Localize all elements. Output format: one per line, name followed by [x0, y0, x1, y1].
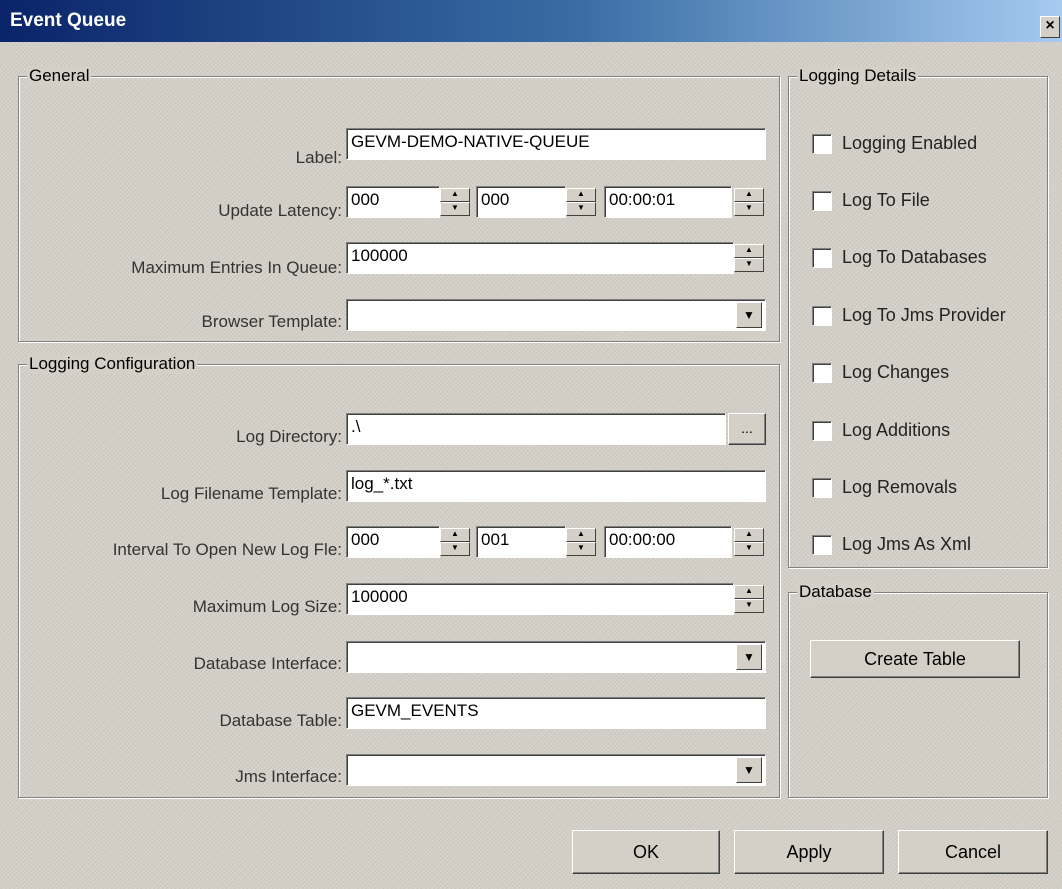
label-input[interactable]: GEVM-DEMO-NATIVE-QUEUE [346, 128, 766, 160]
spin-up-icon[interactable]: ▲ [566, 188, 596, 202]
general-group-title: General [27, 66, 92, 86]
interval-label: Interval To Open New Log Fle: [112, 540, 342, 559]
checkbox-label: Log Changes [842, 362, 950, 382]
apply-button[interactable]: Apply [734, 830, 884, 874]
update-latency-hours-spinner[interactable]: ▲ ▼ [566, 188, 596, 216]
database-table-input[interactable]: GEVM_EVENTS [346, 697, 766, 729]
interval-hours-spinner[interactable]: ▲ ▼ [566, 528, 596, 556]
jms-interface-select[interactable] [346, 754, 766, 786]
log-directory-label: Log Directory: [236, 427, 342, 446]
spin-down-icon[interactable]: ▼ [734, 202, 764, 216]
max-entries-spinner[interactable]: ▲ ▼ [734, 244, 764, 272]
log-filename-template-input[interactable]: log_*.txt [346, 470, 766, 502]
checkbox-log-to-file[interactable]: Log To File [812, 190, 930, 211]
database-group-title: Database [797, 582, 874, 602]
checkbox-label: Logging Enabled [842, 133, 978, 153]
database-group: Database [788, 582, 1048, 798]
browse-directory-button[interactable]: ... [728, 413, 766, 445]
close-icon: × [1045, 17, 1055, 34]
spin-up-icon[interactable]: ▲ [734, 188, 764, 202]
spin-down-icon[interactable]: ▼ [440, 542, 470, 556]
interval-days-spinner[interactable]: ▲ ▼ [440, 528, 470, 556]
database-interface-dropdown-icon[interactable]: ▼ [736, 644, 762, 670]
checkbox-log-jms-as-xml[interactable]: Log Jms As Xml [812, 534, 971, 555]
database-interface-select[interactable] [346, 641, 766, 673]
checkbox-label: Log To Databases [842, 247, 987, 267]
logging-configuration-group-title: Logging Configuration [27, 354, 198, 374]
log-to-jms-provider-checkbox[interactable] [812, 305, 832, 326]
spin-up-icon[interactable]: ▲ [440, 528, 470, 542]
interval-time-spinner[interactable]: ▲ ▼ [734, 528, 764, 556]
logging-enabled-checkbox[interactable] [812, 133, 832, 154]
interval-hours-input[interactable]: 001 [476, 526, 566, 558]
ok-button[interactable]: OK [572, 830, 720, 874]
spin-up-icon[interactable]: ▲ [566, 528, 596, 542]
update-latency-days-spinner[interactable]: ▲ ▼ [440, 188, 470, 216]
logging-details-group-title: Logging Details [797, 66, 919, 86]
spin-down-icon[interactable]: ▼ [440, 202, 470, 216]
checkbox-log-to-jms-provider[interactable]: Log To Jms Provider [812, 305, 1006, 326]
update-latency-time-spinner[interactable]: ▲ ▼ [734, 188, 764, 216]
checkbox-log-removals[interactable]: Log Removals [812, 477, 957, 498]
spin-down-icon[interactable]: ▼ [734, 599, 764, 613]
jms-interface-label: Jms Interface: [235, 767, 342, 786]
spin-down-icon[interactable]: ▼ [734, 542, 764, 556]
update-latency-time-input[interactable]: 00:00:01 [604, 186, 732, 218]
database-interface-label: Database Interface: [193, 654, 342, 673]
checkbox-log-additions[interactable]: Log Additions [812, 420, 950, 441]
max-log-size-input[interactable]: 100000 [346, 583, 734, 615]
max-entries-input[interactable]: 100000 [346, 242, 734, 274]
checkbox-log-to-databases[interactable]: Log To Databases [812, 247, 987, 268]
log-additions-checkbox[interactable] [812, 420, 832, 441]
window-title: Event Queue [10, 10, 127, 31]
log-changes-checkbox[interactable] [812, 362, 832, 383]
log-to-databases-checkbox[interactable] [812, 247, 832, 268]
event-queue-dialog: Event Queue × General Label: GEVM-DEMO-N… [0, 0, 1062, 889]
jms-interface-dropdown-icon[interactable]: ▼ [736, 757, 762, 783]
max-log-size-spinner[interactable]: ▲ ▼ [734, 585, 764, 613]
checkbox-label: Log To Jms Provider [842, 305, 1006, 325]
label-field-label: Label: [295, 148, 342, 167]
max-log-size-label: Maximum Log Size: [192, 597, 342, 616]
log-directory-input[interactable]: .\ [346, 413, 726, 445]
checkbox-label: Log To File [842, 190, 930, 210]
browser-template-label: Browser Template: [201, 312, 342, 331]
browser-template-select[interactable] [346, 299, 766, 331]
cancel-button[interactable]: Cancel [898, 830, 1048, 874]
spin-up-icon[interactable]: ▲ [734, 528, 764, 542]
spin-up-icon[interactable]: ▲ [734, 244, 764, 258]
spin-down-icon[interactable]: ▼ [566, 202, 596, 216]
log-to-file-checkbox[interactable] [812, 190, 832, 211]
log-filename-template-label: Log Filename Template: [160, 484, 342, 503]
close-button[interactable]: × [1040, 16, 1060, 38]
checkbox-label: Log Additions [842, 420, 951, 440]
interval-days-input[interactable]: 000 [346, 526, 440, 558]
update-latency-hours-input[interactable]: 000 [476, 186, 566, 218]
spin-up-icon[interactable]: ▲ [440, 188, 470, 202]
spin-down-icon[interactable]: ▼ [566, 542, 596, 556]
max-entries-label: Maximum Entries In Queue: [131, 258, 342, 277]
spin-up-icon[interactable]: ▲ [734, 585, 764, 599]
checkbox-log-changes[interactable]: Log Changes [812, 362, 949, 383]
checkbox-label: Log Jms As Xml [842, 534, 972, 554]
database-table-label: Database Table: [219, 711, 342, 730]
update-latency-days-input[interactable]: 000 [346, 186, 440, 218]
checkbox-label: Log Removals [842, 477, 958, 497]
update-latency-label: Update Latency: [218, 201, 342, 220]
spin-down-icon[interactable]: ▼ [734, 258, 764, 272]
title-bar[interactable]: Event Queue × [0, 0, 1062, 42]
checkbox-logging-enabled[interactable]: Logging Enabled [812, 133, 977, 154]
browser-template-dropdown-icon[interactable]: ▼ [736, 302, 762, 328]
interval-time-input[interactable]: 00:00:00 [604, 526, 732, 558]
log-jms-as-xml-checkbox[interactable] [812, 534, 832, 555]
log-removals-checkbox[interactable] [812, 477, 832, 498]
create-table-button[interactable]: Create Table [810, 640, 1020, 678]
